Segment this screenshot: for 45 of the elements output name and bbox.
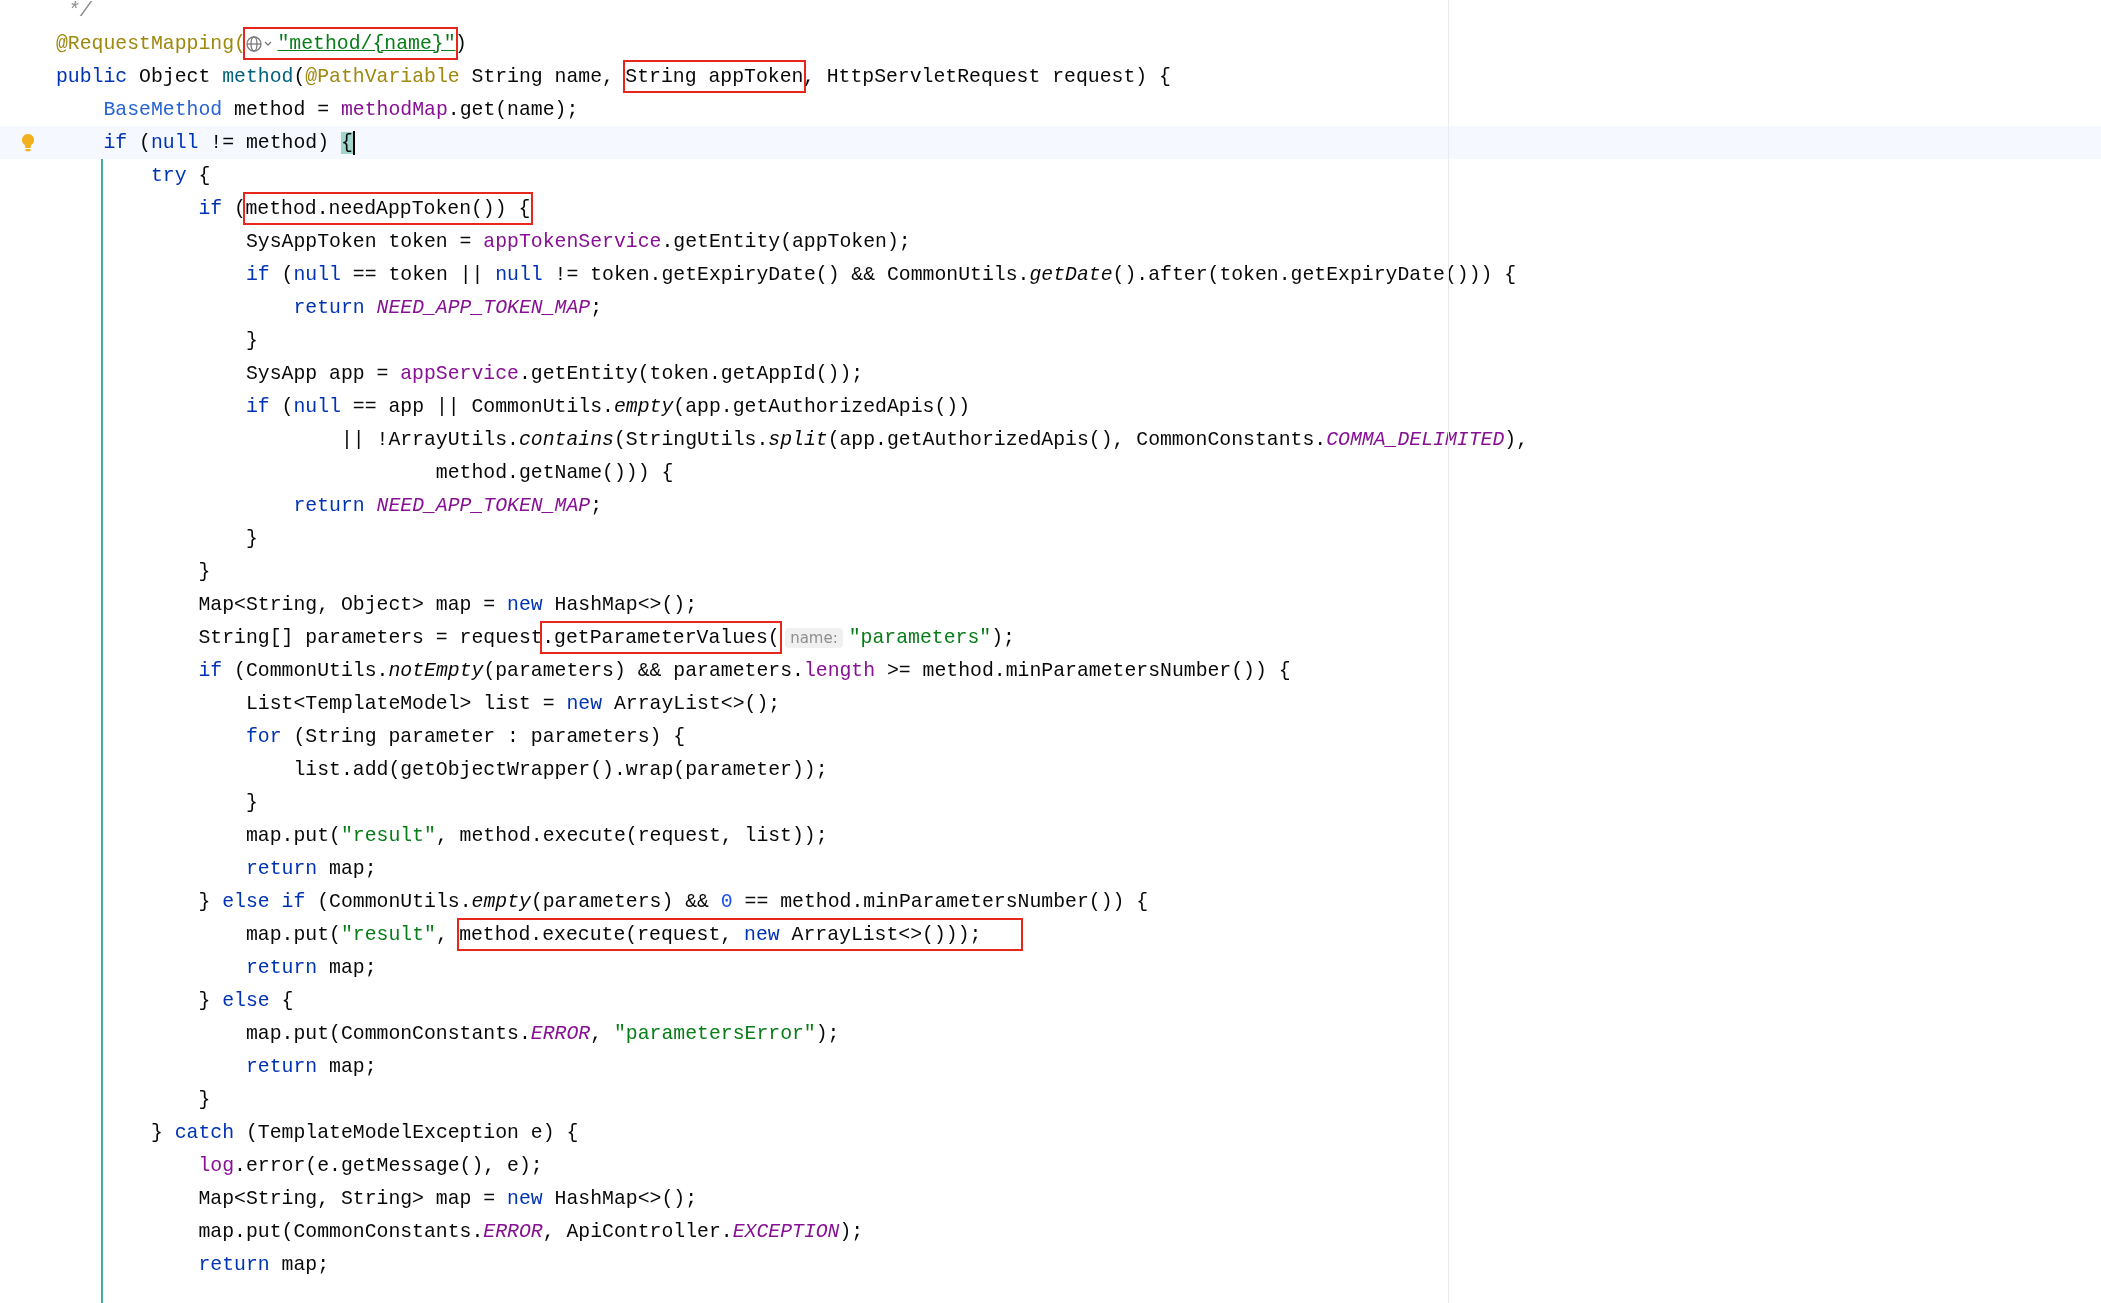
code-text: for (String parameter : parameters) {	[244, 725, 686, 748]
code-text: if (null == app || CommonUtils.empty(app.getAuthorizedApis())	[244, 395, 971, 418]
code-text: Map<String, Object> map = new HashMap<>();	[197, 593, 698, 616]
code-text: "parameters");	[848, 626, 1015, 649]
code-text: if (null == token || null != token.getExpiryDate() && CommonUtils.getDate().after(token.getExpiryDate())) {	[244, 263, 1517, 286]
code-text: }	[197, 1088, 211, 1111]
parameter-hint: name:	[785, 627, 843, 648]
code-text: map.put("result", method.execute(request, list));	[244, 824, 828, 847]
code-text: )	[455, 32, 467, 55]
code-text: return NEED_APP_TOKEN_MAP;	[292, 296, 603, 319]
code-text: map.put(CommonConstants.ERROR, ApiController.EXCEPTION);	[197, 1220, 864, 1243]
code-text: }	[244, 329, 258, 352]
code-text: SysApp app = appService.getEntity(token.getAppId());	[244, 362, 864, 385]
code-text: return map;	[197, 1253, 330, 1276]
matched-brace: {	[340, 131, 353, 154]
code-text: Map<String, String> map = new HashMap<>();	[197, 1187, 698, 1210]
code-text: }	[197, 560, 211, 583]
code-text: if (CommonUtils.notEmpty(parameters) && parameters.length >= method.minParametersNumber()) {	[197, 659, 1291, 682]
code-text: List<TemplateModel> list = new ArrayList<>();	[244, 692, 781, 715]
code-text: return map;	[244, 1055, 377, 1078]
code-text: || !ArrayUtils.contains(StringUtils.split(app.getAuthorizedApis(), CommonConstants.COMMA_DELIMITED),	[339, 428, 1528, 451]
code-text: }	[244, 791, 258, 814]
code-text: list.add(getObjectWrapper().wrap(parameter));	[292, 758, 828, 781]
code-text: map.put("result",	[244, 923, 449, 946]
highlight-box: String appToken	[622, 60, 806, 93]
code-text: } else {	[197, 989, 294, 1012]
highlight-box: method.execute(request, new ArrayList<>()));	[456, 918, 1024, 951]
code-text: return map;	[244, 857, 377, 880]
code-text: if (null != method)	[102, 131, 331, 154]
code-text: map.put(CommonConstants.ERROR, "parametersError");	[244, 1022, 840, 1045]
code-text: } catch (TemplateModelException e) {	[149, 1121, 579, 1144]
highlight-box: .getParameterValues(	[539, 621, 783, 654]
code-text: }	[244, 527, 258, 550]
code-text: log.error(e.getMessage(), e);	[197, 1154, 543, 1177]
code-text: method.getName())) {	[434, 461, 674, 484]
code-text: return NEED_APP_TOKEN_MAP;	[292, 494, 603, 517]
code-text: return map;	[244, 956, 377, 979]
code-text: try {	[149, 164, 211, 187]
text-cursor	[352, 130, 355, 155]
code-text: SysAppToken token = appTokenService.getEntity(appToken);	[244, 230, 911, 253]
code-text: BaseMethod method = methodMap.get(name);	[102, 98, 579, 121]
code-text: } else if (CommonUtils.empty(parameters) && 0 == method.minParametersNumber()) {	[197, 890, 1149, 913]
code-text: */	[66, 0, 92, 22]
code-text: public Object method(@PathVariable String name,	[56, 65, 615, 88]
highlight-box: "method/{name}"	[242, 27, 458, 60]
